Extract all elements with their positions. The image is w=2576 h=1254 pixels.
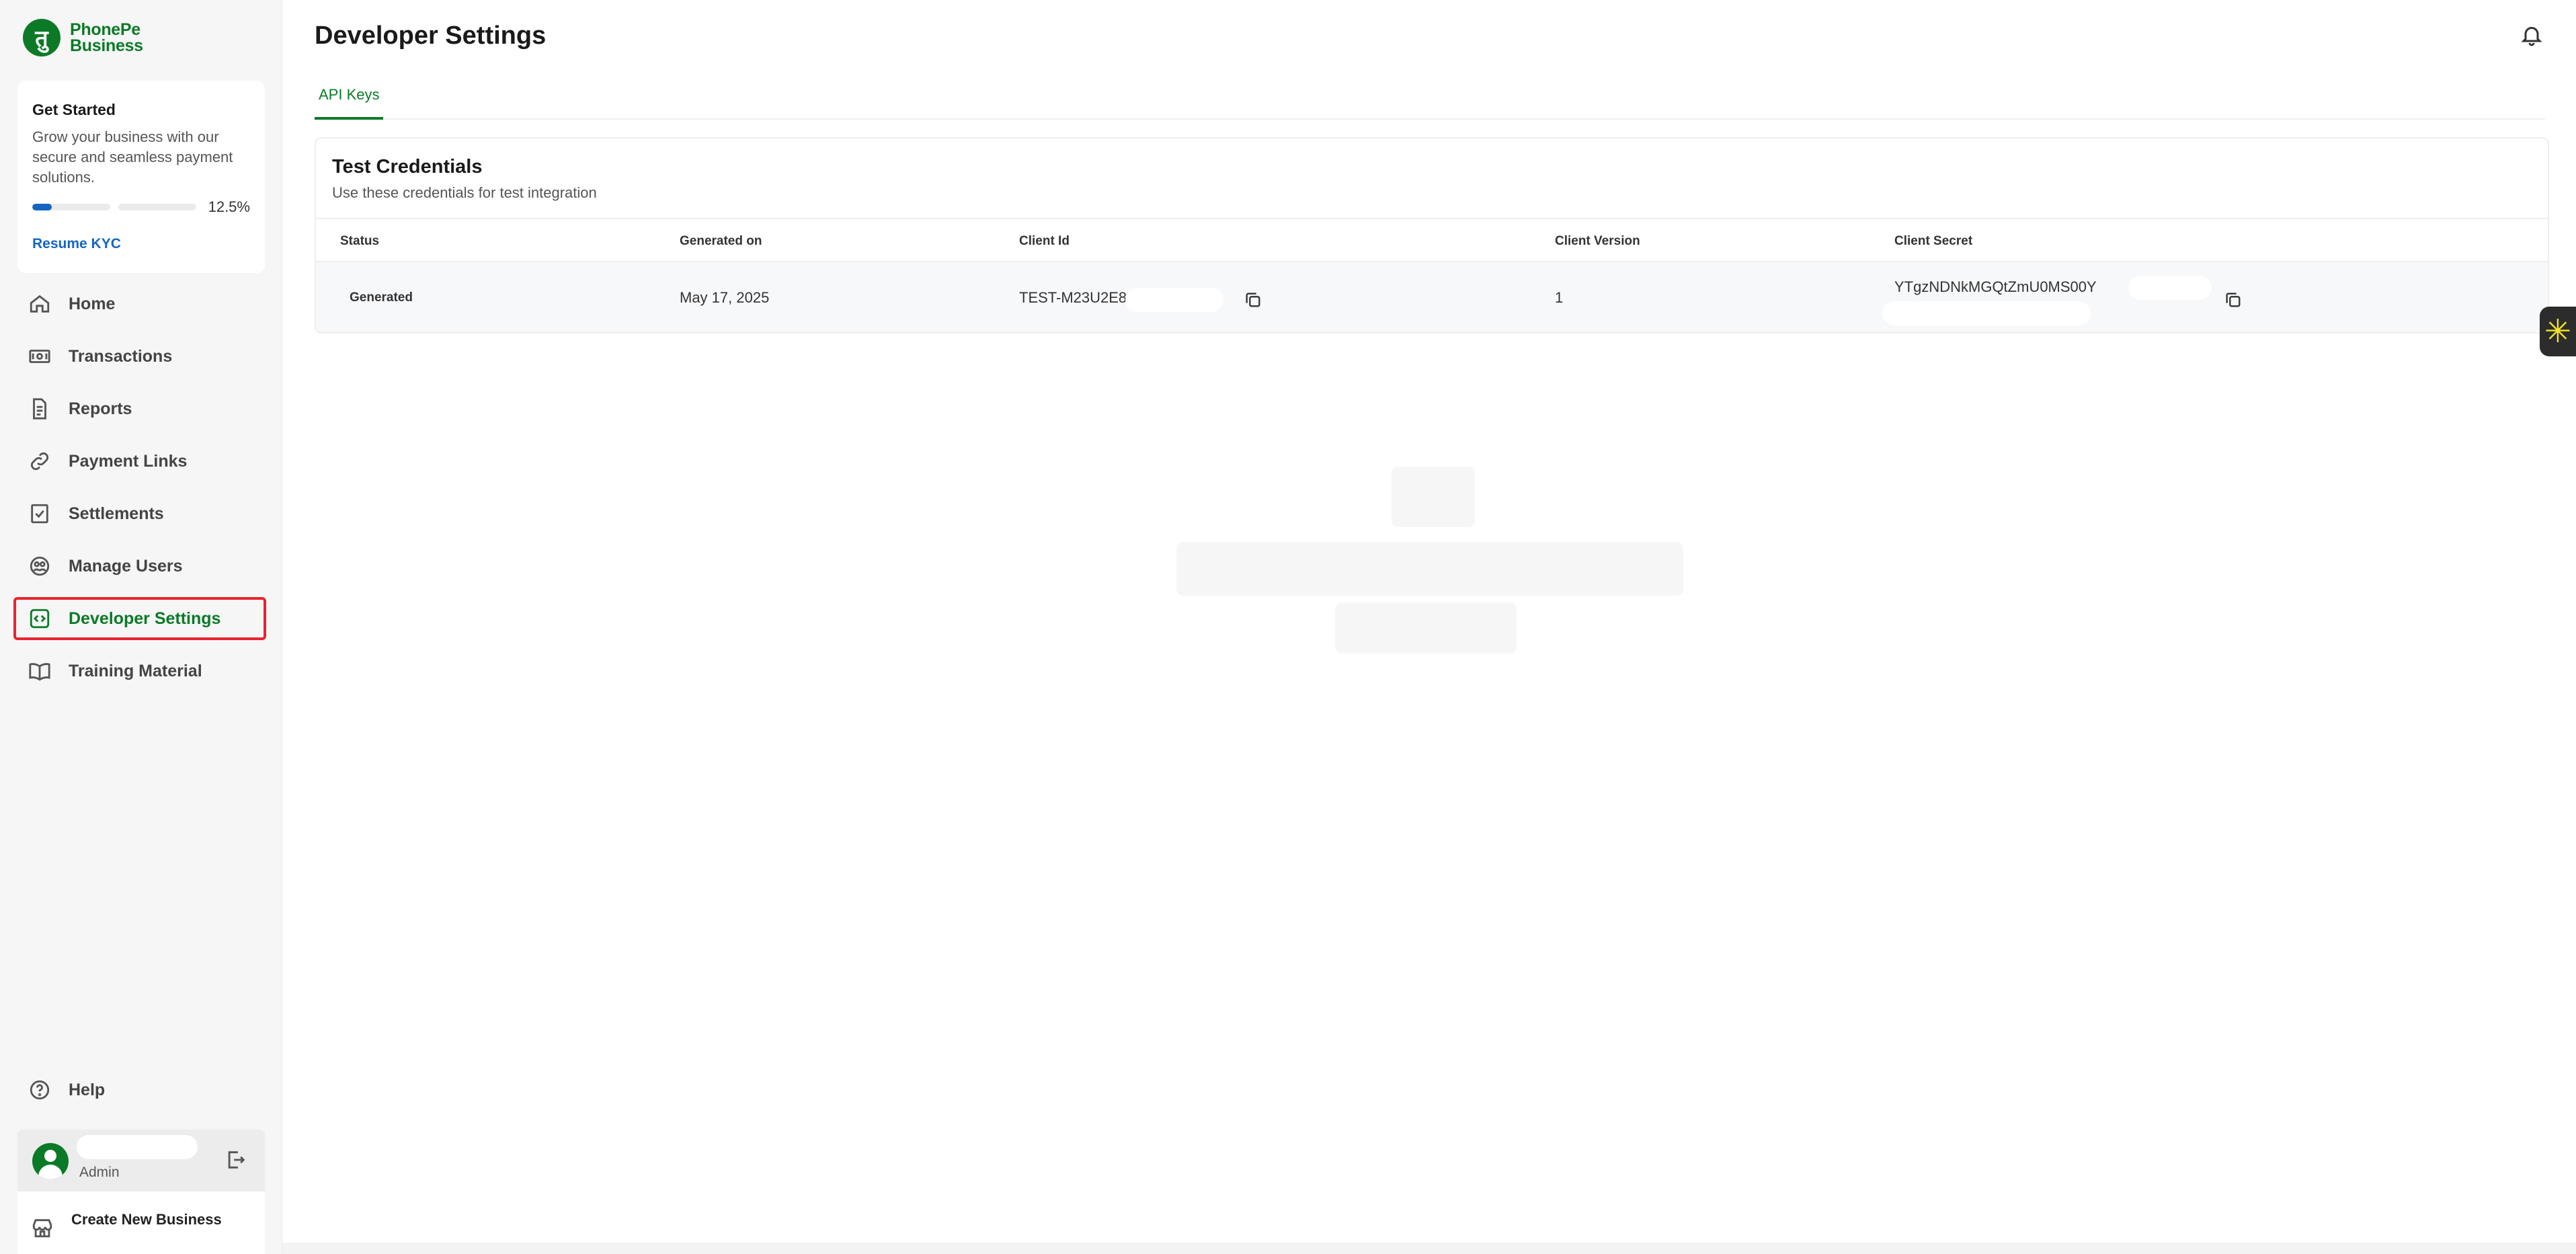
brand-name-line1: PhonePe: [70, 20, 140, 39]
footer-strip: [282, 1243, 2576, 1254]
sidebar-item-label: Developer Settings: [69, 609, 221, 628]
help-link[interactable]: Help: [28, 1079, 105, 1101]
sidebar-item-label: Home: [69, 294, 116, 313]
main-content: Developer Settings API Keys Test Credent…: [282, 0, 2576, 1254]
column-client-id: Client Id: [1019, 234, 1070, 248]
kyc-progress-bar-step1: [32, 204, 110, 210]
link-icon: [30, 452, 49, 471]
loading-skeleton-text: [1176, 542, 1683, 596]
status-value: Generated: [350, 290, 413, 305]
test-credentials-card: Test Credentials Use these credentials f…: [315, 137, 2549, 334]
support-chat-widget[interactable]: ✳: [2540, 307, 2576, 356]
column-generated-on: Generated on: [680, 234, 762, 248]
notification-bell-icon[interactable]: [2520, 23, 2544, 47]
book-icon: [29, 663, 50, 681]
resume-kyc-link[interactable]: Resume KYC: [32, 236, 250, 252]
tab-api-keys[interactable]: API Keys: [315, 81, 384, 120]
sidebar-item-home[interactable]: Home: [13, 282, 266, 325]
user-profile-card[interactable]: Admin: [17, 1130, 265, 1191]
kyc-progress-bar-step2: [118, 204, 196, 210]
sidebar-item-label: Reports: [69, 399, 132, 418]
card-subtitle: Use these credentials for test integrati…: [332, 184, 597, 201]
help-icon: [30, 1080, 50, 1100]
user-name-redacted: [77, 1135, 198, 1159]
help-label: Help: [69, 1080, 106, 1099]
generated-on-value: May 17, 2025: [680, 289, 770, 306]
logout-icon[interactable]: [225, 1148, 247, 1171]
sidebar-nav: Home Transactions Reports Payment Links …: [13, 282, 266, 702]
brand-name-line2: Business: [70, 36, 143, 55]
client-id-value[interactable]: TEST-M23U2E8: [1019, 289, 1127, 307]
sidebar-item-manage-users[interactable]: Manage Users: [13, 545, 266, 588]
loading-skeleton-button: [1335, 602, 1517, 654]
sidebar-item-payment-links[interactable]: Payment Links: [13, 440, 266, 483]
code-icon: [30, 609, 50, 629]
transactions-icon: [29, 350, 50, 363]
get-started-description: Grow your business with our secure and s…: [32, 128, 233, 186]
card-title: Test Credentials: [332, 156, 483, 178]
avatar: [32, 1143, 69, 1179]
column-client-version: Client Version: [1555, 234, 1640, 248]
tab-bar: API Keys: [315, 81, 2545, 120]
users-icon: [30, 556, 50, 576]
reports-icon: [33, 398, 46, 420]
client-secret-redaction-1: [2128, 276, 2212, 300]
kyc-progress-fill: [32, 204, 52, 210]
client-secret-redaction-2: [1882, 301, 2091, 325]
settlements-icon: [31, 504, 48, 524]
sidebar-item-reports[interactable]: Reports: [13, 387, 266, 430]
sidebar-item-label: Manage Users: [69, 556, 183, 576]
table-row: Generated May 17, 2025 TEST-M23U2E8 1 YT…: [316, 262, 2548, 332]
brand-name: PhonePe Business: [70, 22, 143, 54]
user-role: Admin: [79, 1165, 120, 1180]
create-new-business-button[interactable]: Create New Business: [17, 1191, 265, 1254]
store-icon: [32, 1218, 52, 1237]
sparkle-icon: ✳: [2544, 314, 2572, 350]
client-version-value: 1: [1555, 289, 1564, 306]
loading-skeleton-icon: [1392, 467, 1475, 527]
column-client-secret: Client Secret: [1894, 234, 1973, 248]
create-new-business-label: Create New Business: [71, 1210, 222, 1228]
client-secret-value[interactable]: YTgzNDNkMGQtZmU0MS00Y: [1894, 278, 2097, 296]
home-icon: [30, 295, 50, 313]
get-started-card: Get Started Grow your business with our …: [17, 81, 265, 273]
sidebar: तु PhonePe Business Get Started Grow you…: [0, 0, 282, 1254]
sidebar-item-developer-settings[interactable]: Developer Settings: [13, 597, 266, 640]
copy-client-secret-icon[interactable]: [2224, 290, 2243, 309]
copy-client-id-icon[interactable]: [1244, 290, 1262, 309]
sidebar-item-settlements[interactable]: Settlements: [13, 492, 266, 535]
client-id-redaction: [1125, 288, 1223, 312]
sidebar-item-label: Transactions: [69, 346, 173, 366]
column-status: Status: [340, 234, 380, 248]
get-started-title: Get Started: [32, 101, 116, 118]
sidebar-item-training-material[interactable]: Training Material: [13, 650, 266, 693]
kyc-progress: 12.5%: [32, 198, 250, 216]
sidebar-item-label: Settlements: [69, 504, 164, 523]
kyc-progress-label: 12.5%: [208, 198, 250, 215]
brand-logo[interactable]: तु PhonePe Business: [23, 19, 143, 56]
sidebar-item-label: Payment Links: [69, 451, 188, 471]
sidebar-item-transactions[interactable]: Transactions: [13, 335, 266, 378]
table-header: Status Generated on Client Id Client Ver…: [316, 218, 2548, 262]
sidebar-item-label: Training Material: [69, 661, 202, 680]
page-title: Developer Settings: [315, 22, 547, 50]
phonepe-logo-icon: तु: [23, 19, 61, 56]
